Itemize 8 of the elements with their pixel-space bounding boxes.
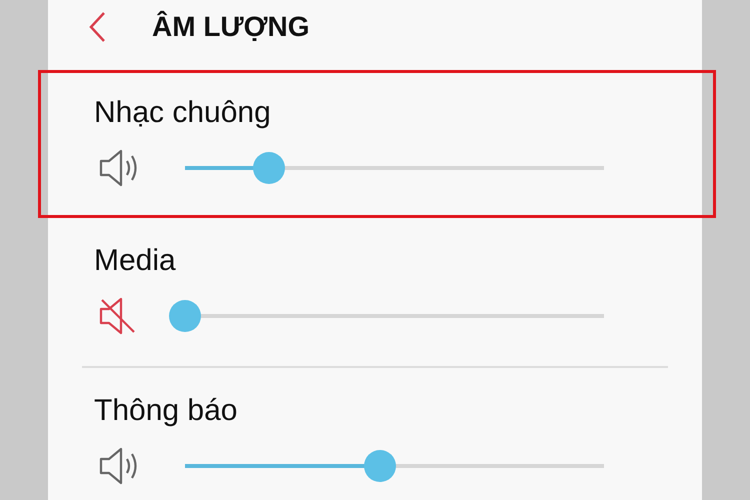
channel-label: Media (94, 243, 176, 279)
slider-thumb[interactable] (364, 450, 396, 482)
page-title: ÂM LƯỢNG (152, 10, 310, 44)
back-icon[interactable] (88, 10, 108, 44)
slider-thumb[interactable] (169, 300, 201, 332)
slider-thumb[interactable] (252, 152, 285, 184)
channel-label: Nhạc chuông (94, 95, 271, 131)
channel-label: Thông báo (94, 393, 238, 429)
